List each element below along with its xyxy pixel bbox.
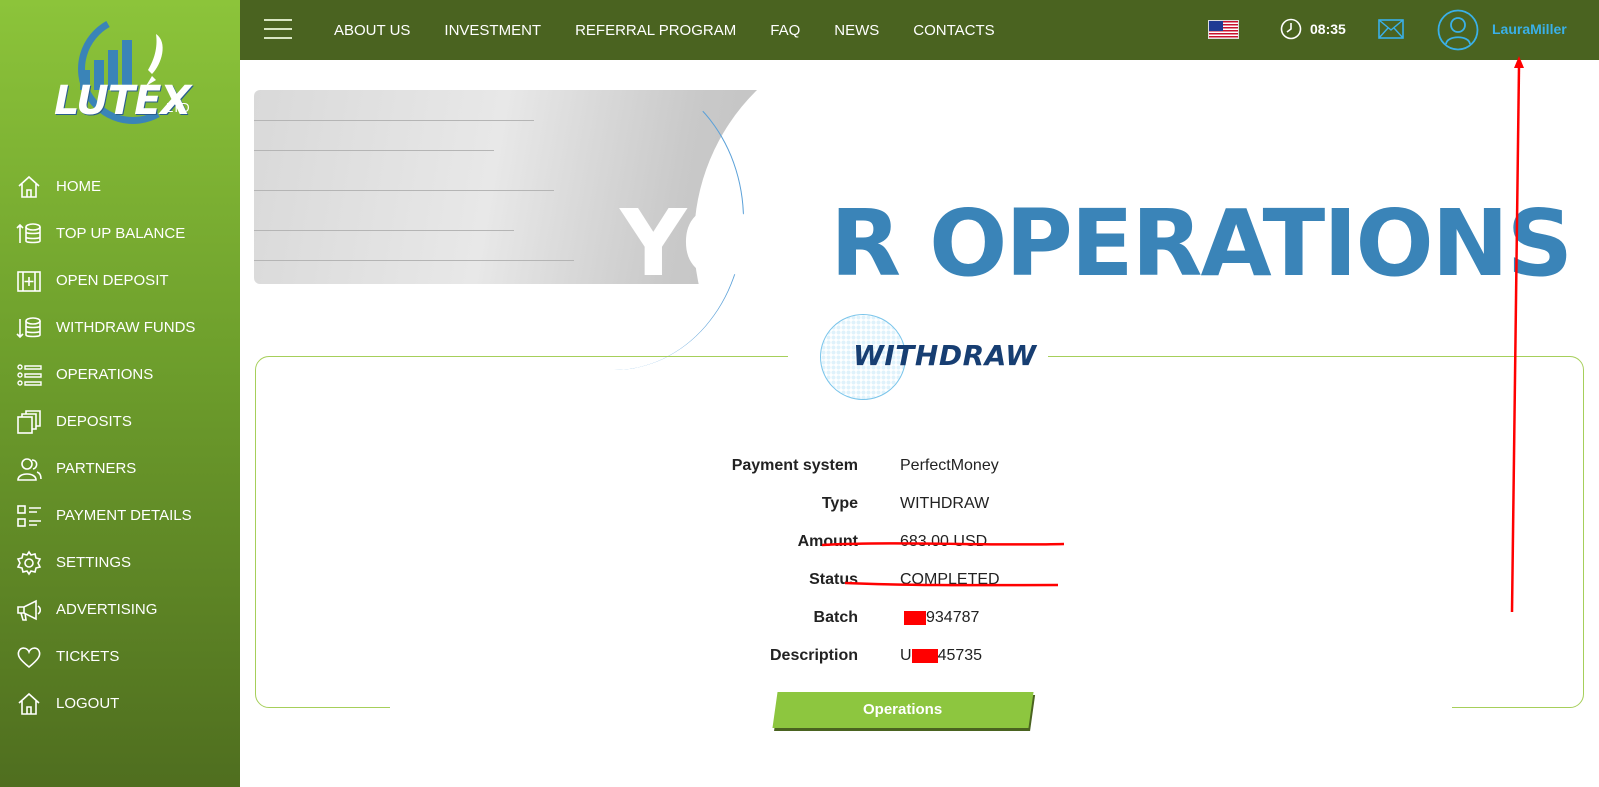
- detail-label: Type: [821, 495, 858, 512]
- nav-link-faq[interactable]: FAQ: [770, 22, 800, 39]
- megaphone-icon: [17, 599, 42, 621]
- detail-value-prefix: U: [900, 647, 912, 664]
- detail-row-batch: Batch 934787: [700, 599, 1120, 637]
- redaction-mark: [911, 648, 938, 663]
- detail-label: Amount: [797, 533, 858, 550]
- detail-row-payment-system: Payment system PerfectMoney: [700, 447, 1120, 485]
- stack-icon: [17, 409, 41, 434]
- coins-up-icon: [16, 222, 41, 243]
- sidebar-item-payment-details[interactable]: PAYMENT DETAILS: [0, 492, 240, 539]
- section-title: WITHDRAW: [853, 339, 1037, 372]
- nav-link-referral-program[interactable]: REFERRAL PROGRAM: [575, 22, 736, 39]
- sidebar-item-label: ADVERTISING: [56, 601, 158, 618]
- detail-value: 934787: [900, 609, 1120, 627]
- detail-value: PerfectMoney: [900, 457, 999, 474]
- coins-down-icon: [16, 316, 41, 338]
- sidebar-item-label: OPERATIONS: [56, 366, 154, 383]
- detail-value: COMPLETED: [900, 571, 1000, 588]
- page-title-blue: R OPERATIONS: [830, 190, 1573, 297]
- operations-button[interactable]: Operations: [772, 692, 1034, 728]
- deposit-add-icon: [17, 270, 41, 292]
- list-icon: [17, 363, 42, 386]
- sidebar-item-label: WITHDRAW FUNDS: [56, 319, 196, 336]
- detail-row-status: Status COMPLETED: [700, 561, 1120, 599]
- redaction-mark: [904, 610, 926, 625]
- top-navigation-bar: ABOUT US INVESTMENT REFERRAL PROGRAM FAQ…: [240, 0, 1599, 60]
- sidebar-item-label: OPEN DEPOSIT: [56, 272, 169, 289]
- details-icon: [17, 504, 41, 527]
- sidebar-item-partners[interactable]: PARTNERS: [0, 445, 240, 492]
- sidebar-item-deposits[interactable]: DEPOSITS: [0, 398, 240, 445]
- logo[interactable]: LUTEX LTD: [48, 14, 198, 124]
- top-nav-links: ABOUT US INVESTMENT REFERRAL PROGRAM FAQ…: [334, 0, 1029, 60]
- page-title-white: YOU: [620, 190, 832, 297]
- logo-suffix: LTD: [166, 100, 190, 115]
- sidebar-item-label: SETTINGS: [56, 554, 132, 571]
- sidebar-item-top-up-balance[interactable]: TOP UP BALANCE: [0, 210, 240, 257]
- page-title: YOUR OPERATIONS: [620, 190, 1573, 297]
- us-flag-icon[interactable]: [1208, 20, 1239, 39]
- sidebar-item-open-deposit[interactable]: OPEN DEPOSIT: [0, 257, 240, 304]
- sidebar: LUTEX LTD HOME TOP UP BALANCE OPEN DEPOS…: [0, 0, 240, 787]
- page-banner: YOUR OPERATIONS: [254, 70, 1584, 370]
- sidebar-item-advertising[interactable]: ADVERTISING: [0, 586, 240, 633]
- sidebar-item-settings[interactable]: SETTINGS: [0, 539, 240, 586]
- nav-link-investment[interactable]: INVESTMENT: [444, 22, 541, 39]
- detail-value-text: 934787: [926, 609, 980, 626]
- gear-icon: [16, 550, 42, 575]
- mail-icon[interactable]: [1378, 19, 1404, 39]
- sidebar-item-home[interactable]: HOME: [0, 163, 240, 210]
- details-list: Payment system PerfectMoney Type WITHDRA…: [700, 447, 1120, 675]
- sidebar-item-tickets[interactable]: TICKETS: [0, 633, 240, 680]
- hamburger-menu-icon[interactable]: [264, 19, 292, 39]
- nav-link-news[interactable]: NEWS: [834, 22, 879, 39]
- sidebar-item-logout[interactable]: LOGOUT: [0, 680, 240, 727]
- nav-link-contacts[interactable]: CONTACTS: [913, 22, 994, 39]
- sidebar-item-label: HOME: [56, 178, 101, 195]
- detail-label: Description: [769, 647, 858, 664]
- sidebar-item-label: LOGOUT: [56, 695, 120, 712]
- sidebar-item-label: TOP UP BALANCE: [56, 225, 186, 242]
- sidebar-item-label: DEPOSITS: [56, 413, 132, 430]
- detail-row-description: Description U 45735: [700, 637, 1120, 675]
- sidebar-item-label: PARTNERS: [56, 460, 137, 477]
- detail-row-amount: Amount 683.00 USD: [700, 523, 1120, 561]
- sidebar-item-label: TICKETS: [56, 648, 120, 665]
- clock-icon: [1280, 18, 1302, 40]
- operations-button-label: Operations: [863, 701, 943, 718]
- users-icon: [17, 457, 42, 481]
- sidebar-item-operations[interactable]: OPERATIONS: [0, 351, 240, 398]
- detail-label: Status: [809, 571, 858, 588]
- heart-icon: [17, 646, 41, 668]
- detail-value-text: 45735: [937, 647, 983, 664]
- detail-value: 683.00 USD: [900, 533, 988, 550]
- sidebar-item-withdraw-funds[interactable]: WITHDRAW FUNDS: [0, 304, 240, 351]
- detail-label: Batch: [813, 609, 858, 626]
- detail-row-type: Type WITHDRAW: [700, 485, 1120, 523]
- sidebar-item-label: PAYMENT DETAILS: [56, 507, 192, 524]
- home-icon: [18, 692, 40, 715]
- username-link[interactable]: LauraMiller: [1492, 21, 1567, 37]
- detail-value: WITHDRAW: [900, 495, 990, 512]
- sidebar-nav: HOME TOP UP BALANCE OPEN DEPOSIT WITHDRA…: [0, 163, 240, 727]
- nav-link-about-us[interactable]: ABOUT US: [334, 22, 410, 39]
- user-avatar-icon[interactable]: [1437, 9, 1479, 51]
- clock-time: 08:35: [1310, 21, 1346, 37]
- home-icon: [18, 175, 40, 198]
- detail-label: Payment system: [731, 457, 858, 474]
- detail-value: U 45735: [900, 647, 1120, 665]
